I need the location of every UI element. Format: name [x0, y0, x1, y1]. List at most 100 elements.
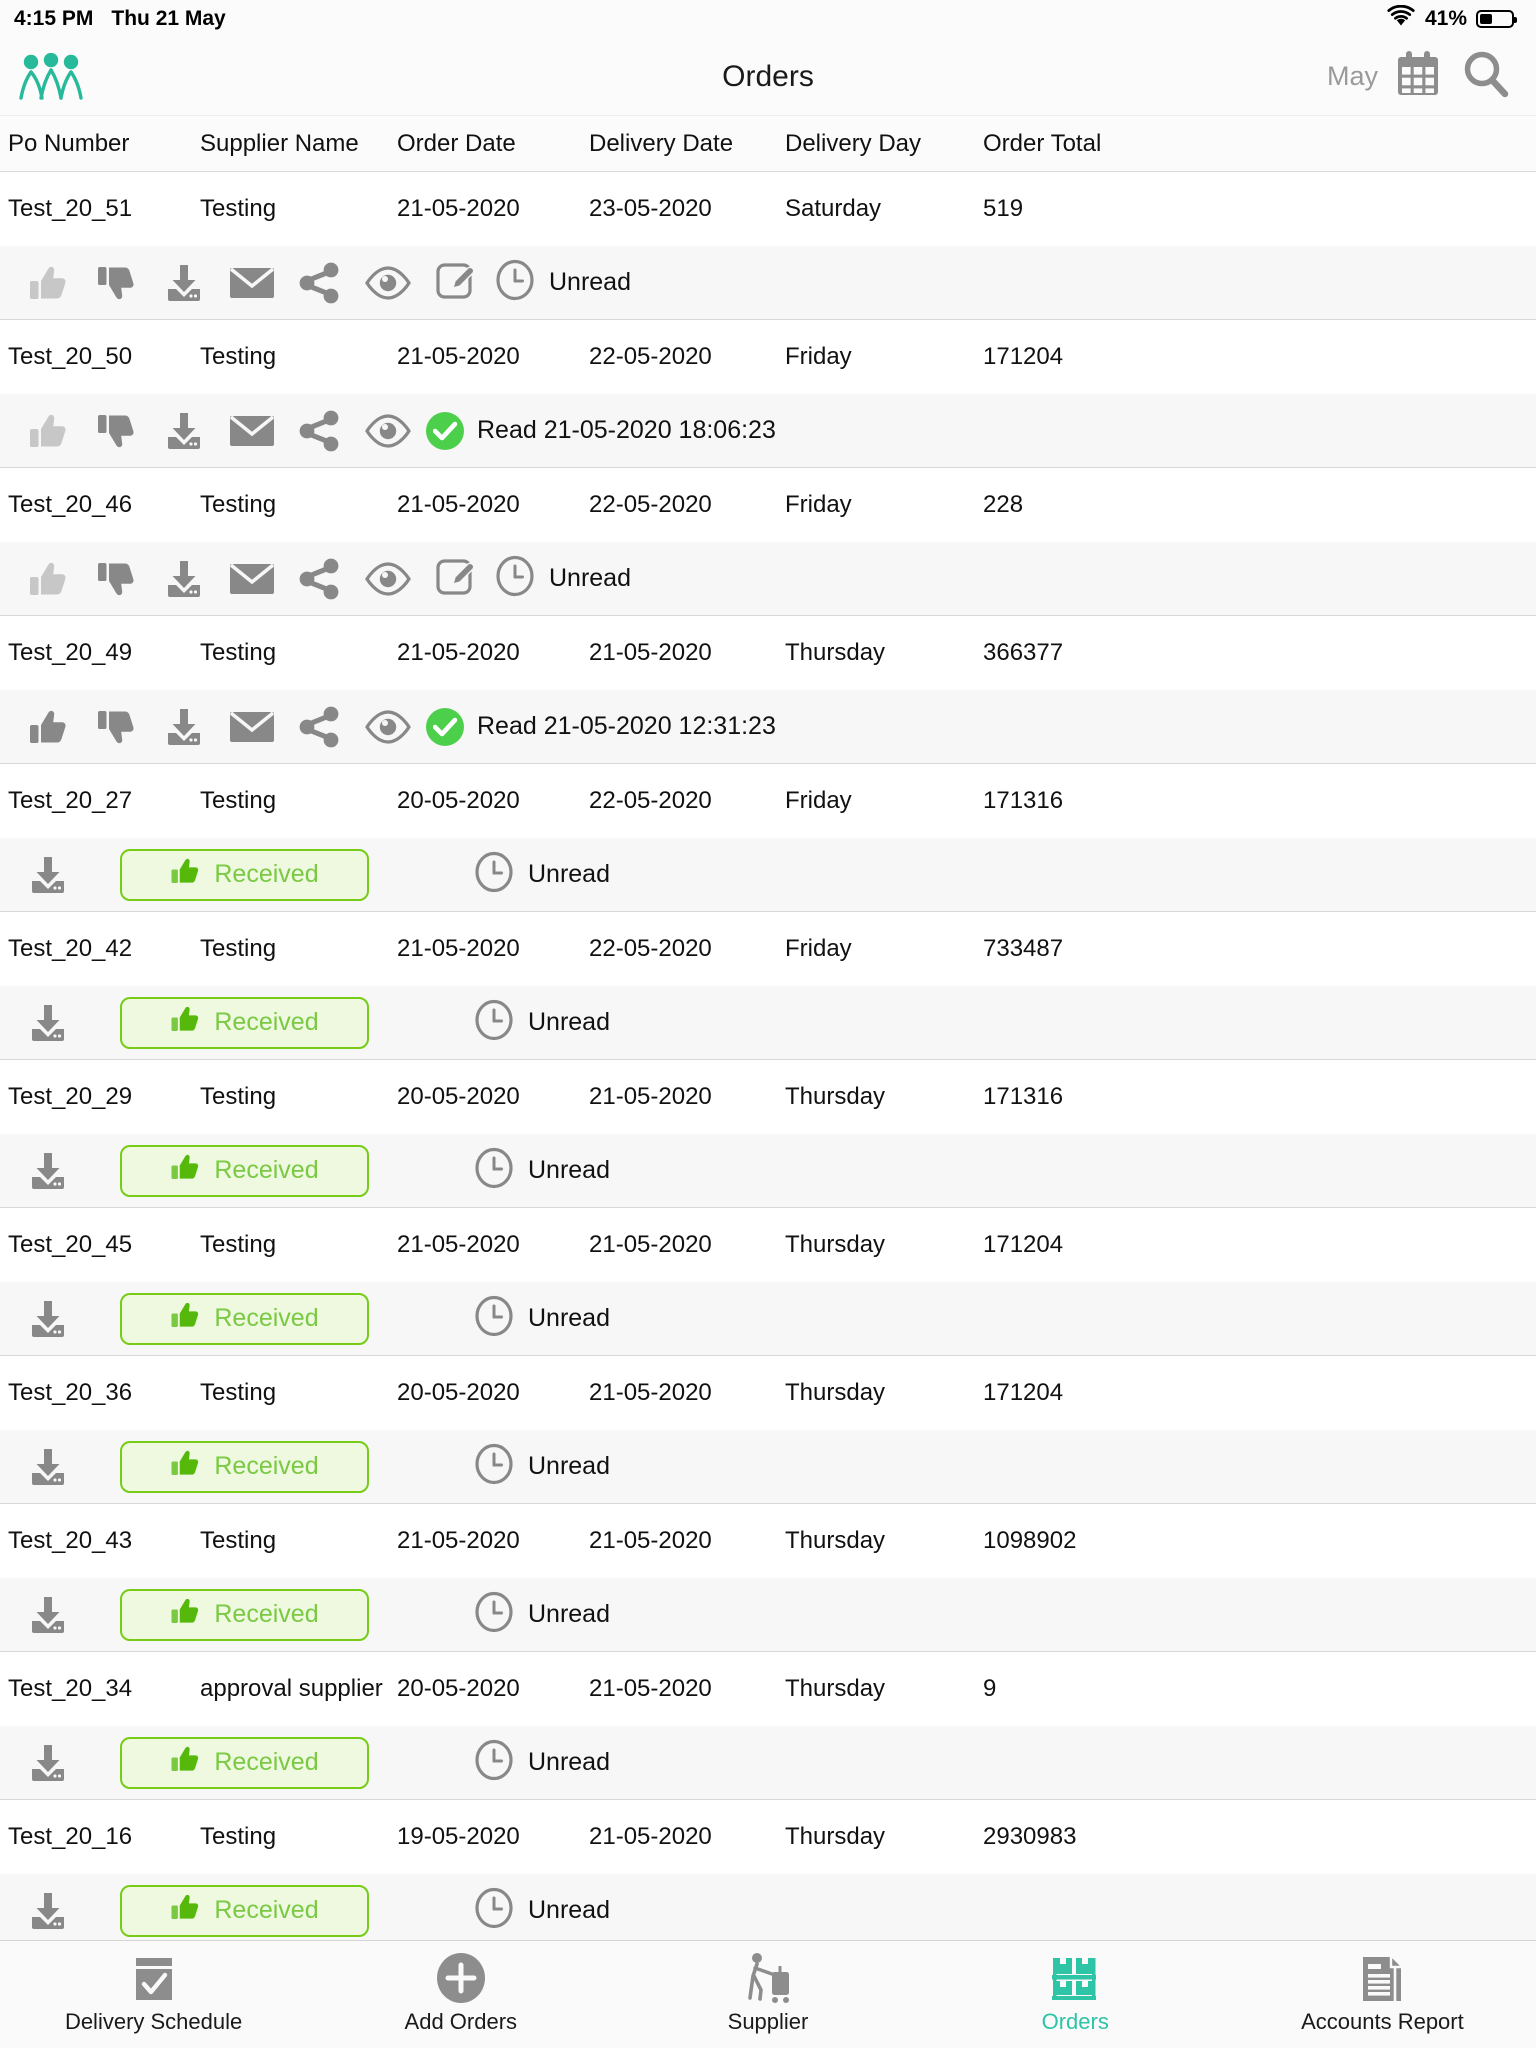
email-icon[interactable]: [218, 405, 286, 457]
cell-delivery-day: Thursday: [785, 1083, 886, 1110]
table-row[interactable]: Test_20_16 Testing 19-05-2020 21-05-2020 Thu…: [0, 1800, 1536, 1874]
thumb-down-icon[interactable]: [82, 701, 150, 753]
table-row[interactable]: Test_20_46 Testing 21-05-2020 22-05-2020 Fri…: [0, 468, 1536, 542]
download-icon[interactable]: [150, 405, 218, 457]
row-actions[interactable]: Read 21-05-2020 18:06:23: [0, 394, 1536, 468]
cell-po-number: Test_20_43: [8, 1527, 133, 1554]
cell-delivery-day: Saturday: [785, 195, 882, 222]
tab-accounts-report[interactable]: Accounts Report: [1229, 1941, 1536, 2048]
tab-label: Delivery Schedule: [64, 2009, 243, 2034]
download-icon[interactable]: [150, 553, 218, 605]
edit-icon[interactable]: [422, 553, 490, 605]
calendar-icon[interactable]: [1392, 48, 1444, 105]
table-row[interactable]: Test_20_29 Testing 20-05-2020 21-05-2020 Thu…: [0, 1060, 1536, 1134]
read-status-label: Unread: [528, 1452, 610, 1480]
bottom-tab-bar[interactable]: Delivery Schedule Add Orders Supplier Order…: [0, 1940, 1536, 2048]
received-button[interactable]: Received: [120, 1440, 369, 1493]
read-status: Unread: [473, 1739, 610, 1786]
table-row[interactable]: Test_20_34 approval supplier 20-05-2020 21-…: [0, 1652, 1536, 1726]
row-actions[interactable]: Read 21-05-2020 12:31:23: [0, 690, 1536, 764]
received-button[interactable]: Received: [120, 1736, 369, 1789]
thumb-down-icon[interactable]: [82, 405, 150, 457]
thumb-up-icon: [170, 1596, 200, 1633]
tab-orders[interactable]: Orders: [922, 1941, 1229, 2048]
tab-supplier[interactable]: Supplier: [614, 1941, 921, 2048]
search-icon[interactable]: [1458, 46, 1514, 107]
cell-supplier-name: Testing: [200, 1527, 277, 1554]
received-button[interactable]: Received: [120, 1292, 369, 1345]
received-button[interactable]: Received: [120, 1144, 369, 1197]
download-icon[interactable]: [150, 257, 218, 309]
clock-icon: [473, 851, 515, 898]
battery-icon: [1476, 10, 1517, 28]
download-icon[interactable]: [14, 849, 82, 901]
thumb-up-icon[interactable]: [14, 405, 82, 457]
download-icon[interactable]: [14, 1885, 82, 1937]
download-icon[interactable]: [14, 1145, 82, 1197]
row-actions[interactable]: Unread: [0, 542, 1536, 616]
table-row[interactable]: Test_20_36 Testing 20-05-2020 21-05-2020 Thu…: [0, 1356, 1536, 1430]
table-row[interactable]: Test_20_27 Testing 20-05-2020 22-05-2020 Fri…: [0, 764, 1536, 838]
read-status-label: Read 21-05-2020 12:31:23: [477, 712, 776, 740]
table-row[interactable]: Test_20_51 Testing 21-05-2020 23-05-2020 Sat…: [0, 172, 1536, 246]
orders-list[interactable]: Test_20_51 Testing 21-05-2020 23-05-2020 Sat…: [0, 172, 1536, 1940]
row-actions[interactable]: Received Unread: [0, 1726, 1536, 1800]
row-actions[interactable]: Received Unread: [0, 1134, 1536, 1208]
tab-add-orders[interactable]: Add Orders: [307, 1941, 614, 2048]
download-icon[interactable]: [14, 997, 82, 1049]
download-icon[interactable]: [14, 1293, 82, 1345]
download-icon[interactable]: [150, 701, 218, 753]
row-actions[interactable]: Received Unread: [0, 1430, 1536, 1504]
thumb-up-icon[interactable]: [14, 701, 82, 753]
tab-delivery-schedule[interactable]: Delivery Schedule: [0, 1941, 307, 2048]
download-icon[interactable]: [14, 1737, 82, 1789]
cell-delivery-day: Friday: [785, 935, 852, 962]
cell-delivery-date: 21-05-2020: [589, 1527, 712, 1554]
share-icon[interactable]: [286, 405, 354, 457]
email-icon[interactable]: [218, 701, 286, 753]
share-icon[interactable]: [286, 553, 354, 605]
status-date: Thu 21 May: [111, 7, 226, 30]
table-row[interactable]: Test_20_43 Testing 21-05-2020 21-05-2020 Thu…: [0, 1504, 1536, 1578]
received-button[interactable]: Received: [120, 1884, 369, 1937]
edit-icon[interactable]: [422, 257, 490, 309]
email-icon[interactable]: [218, 553, 286, 605]
row-actions[interactable]: Received Unread: [0, 1578, 1536, 1652]
cell-po-number: Test_20_27: [8, 787, 133, 814]
row-actions[interactable]: Received Unread: [0, 1282, 1536, 1356]
eye-icon[interactable]: [354, 553, 422, 605]
table-row[interactable]: Test_20_45 Testing 21-05-2020 21-05-2020 Thu…: [0, 1208, 1536, 1282]
received-button[interactable]: Received: [120, 1588, 369, 1641]
table-row[interactable]: Test_20_50 Testing 21-05-2020 22-05-2020 Fri…: [0, 320, 1536, 394]
cell-po-number: Test_20_42: [8, 935, 133, 962]
table-row[interactable]: Test_20_49 Testing 21-05-2020 21-05-2020 Thu…: [0, 616, 1536, 690]
read-status: Unread: [473, 999, 610, 1046]
received-button[interactable]: Received: [120, 848, 369, 901]
eye-icon[interactable]: [354, 701, 422, 753]
received-button[interactable]: Received: [120, 996, 369, 1049]
table-row[interactable]: Test_20_42 Testing 21-05-2020 22-05-2020 Fri…: [0, 912, 1536, 986]
month-label: May: [1326, 61, 1378, 91]
thumb-up-icon[interactable]: [14, 553, 82, 605]
row-actions[interactable]: Received Unread: [0, 838, 1536, 912]
email-icon[interactable]: [218, 257, 286, 309]
read-status: Unread: [494, 555, 631, 602]
thumb-up-icon[interactable]: [14, 257, 82, 309]
row-actions[interactable]: Received Unread: [0, 986, 1536, 1060]
share-icon[interactable]: [286, 701, 354, 753]
column-header-supplier-name: Supplier Name: [200, 129, 359, 157]
download-icon[interactable]: [14, 1589, 82, 1641]
tab-label: Add Orders: [404, 2009, 518, 2034]
column-header-delivery-date: Delivery Date: [589, 129, 734, 157]
thumb-down-icon[interactable]: [82, 553, 150, 605]
row-actions[interactable]: Received Unread: [0, 1874, 1536, 1940]
thumb-down-icon[interactable]: [82, 257, 150, 309]
cell-order-date: 21-05-2020: [397, 1231, 520, 1258]
download-icon[interactable]: [14, 1441, 82, 1493]
share-icon[interactable]: [286, 257, 354, 309]
eye-icon[interactable]: [354, 257, 422, 309]
read-status-label: Unread: [528, 1600, 610, 1628]
eye-icon[interactable]: [354, 405, 422, 457]
row-actions[interactable]: Unread: [0, 246, 1536, 320]
cell-po-number: Test_20_51: [8, 195, 133, 222]
